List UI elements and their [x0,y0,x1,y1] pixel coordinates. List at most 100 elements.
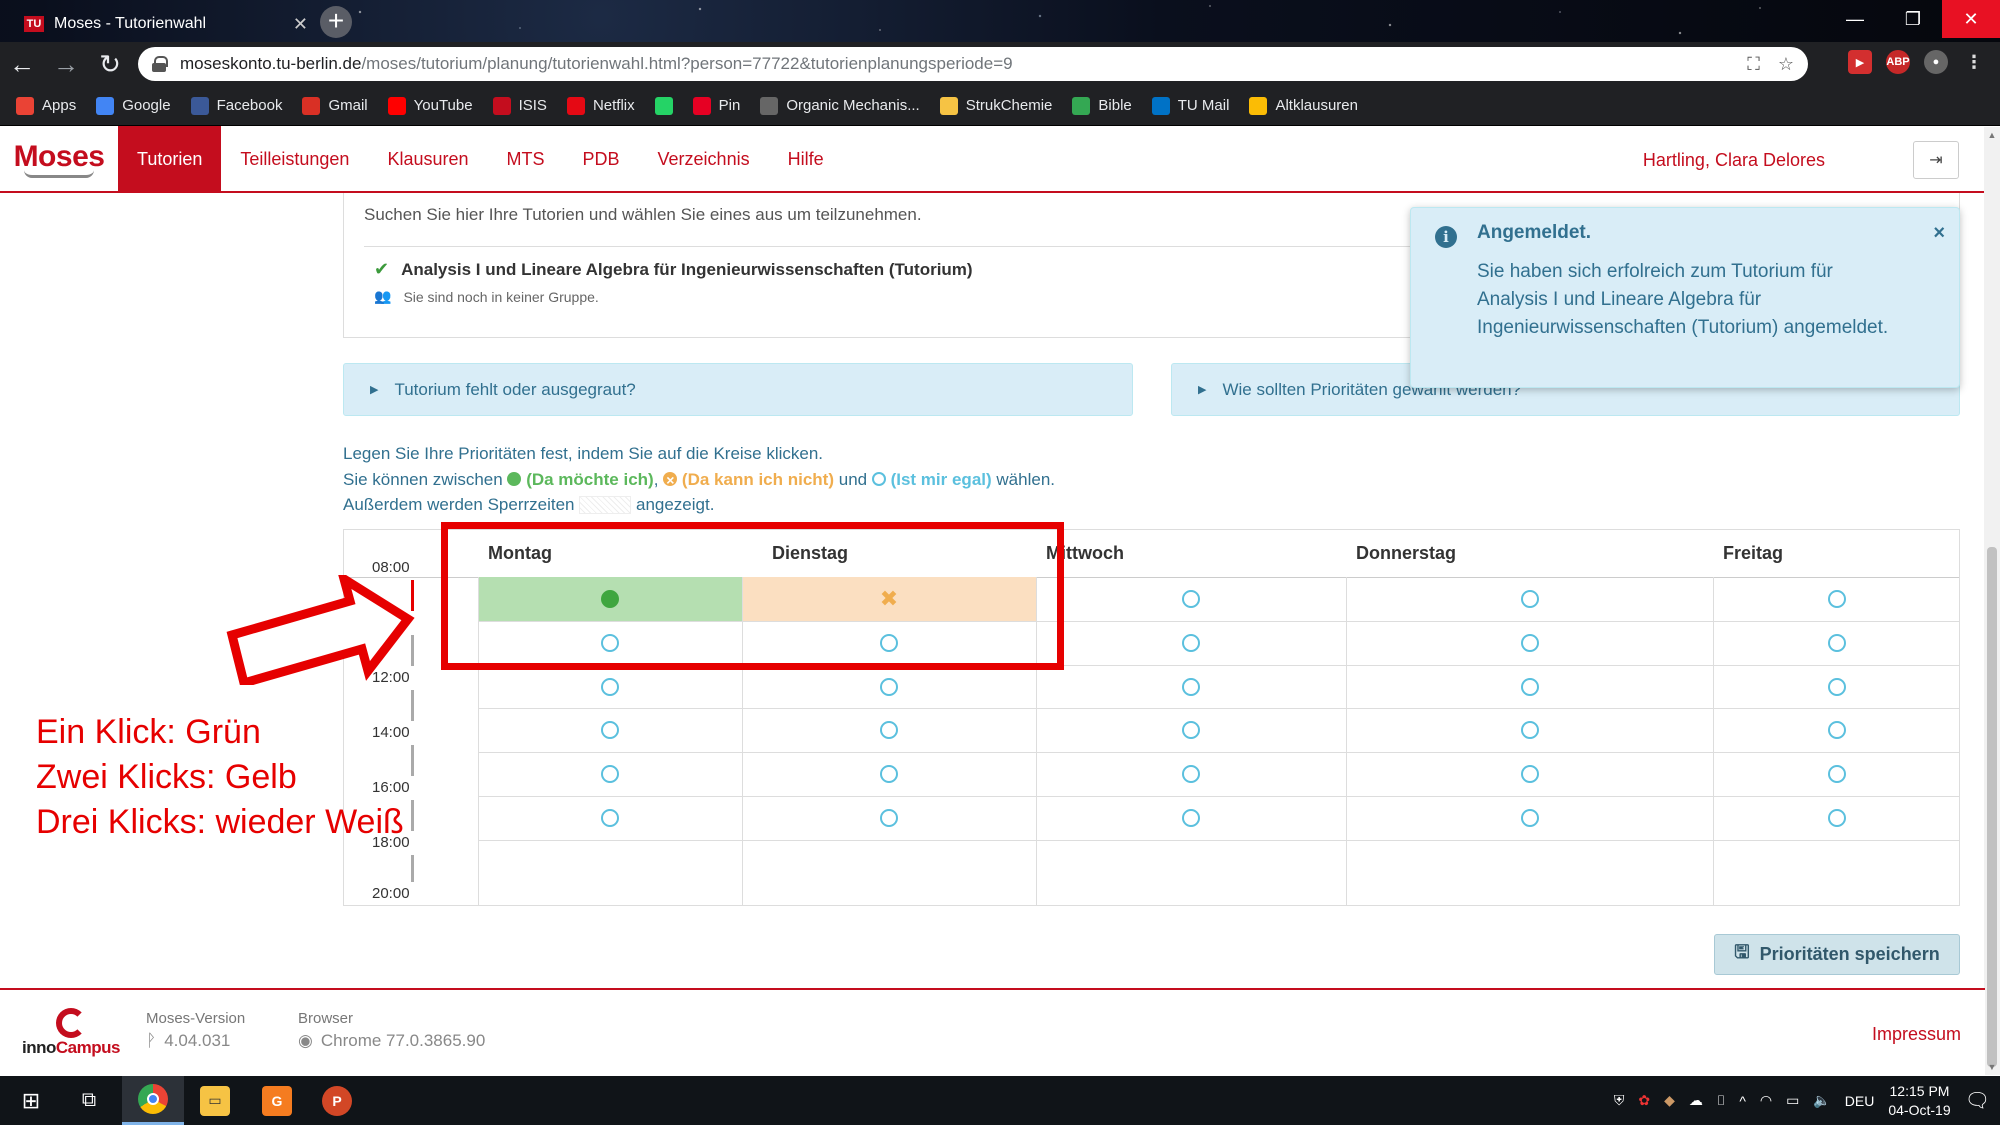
bookmark-item[interactable]: Organic Mechanis... [760,96,920,115]
forward-button[interactable]: → [44,42,88,86]
priority-empty-circle-icon[interactable] [1827,590,1846,608]
scrollbar-thumb[interactable] [1987,547,1997,1067]
page-scrollbar[interactable]: ▲ ▼ [1984,127,2000,1075]
bookmark-item[interactable]: StrukChemie [939,96,1052,115]
back-button[interactable]: ← [0,42,44,86]
priority-empty-circle-icon[interactable] [1182,809,1200,827]
extension-icon[interactable]: ▶ [1848,50,1872,74]
nav-item-teilleistungen[interactable]: Teilleistungen [221,126,368,192]
tab-close-icon[interactable]: ✕ [293,14,308,35]
toast-close-icon[interactable]: × [1933,222,1945,245]
logout-button[interactable]: ⇥ [1913,141,1959,179]
missing-tutorial-collapsible[interactable]: ▶ Tutorium fehlt oder ausgegraut? [343,363,1133,416]
bookmark-item[interactable]: Bible [1072,96,1132,115]
nav-item-hilfe[interactable]: Hilfe [769,126,843,192]
priority-empty-circle-icon[interactable] [880,765,898,783]
new-tab-button[interactable]: + [320,6,352,38]
bookmark-item[interactable] [654,96,673,115]
priority-empty-circle-icon[interactable] [601,677,619,696]
bookmark-label: YouTube [413,97,473,114]
bookmark-item[interactable]: Pin [692,96,740,115]
nav-item-mts[interactable]: MTS [488,126,564,192]
restore-button[interactable]: ❐ [1884,0,1942,38]
priority-empty-circle-icon[interactable] [880,809,898,827]
browser-tab[interactable]: TU Moses - Tutorienwahl ✕ [12,6,320,42]
scroll-down-arrow-icon[interactable]: ▼ [1984,1059,2000,1075]
wifi-icon[interactable]: ◠ [1760,1092,1772,1109]
scroll-up-arrow-icon[interactable]: ▲ [1984,127,2000,143]
taskbar-app[interactable]: G [246,1076,308,1125]
translate-icon[interactable]: ⛶ [1747,54,1760,75]
usb-icon[interactable]: ⌷ [1717,1092,1725,1109]
priority-empty-circle-icon[interactable] [1827,721,1846,739]
priority-empty-circle-icon[interactable] [1182,677,1200,696]
priority-empty-circle-icon[interactable] [1520,809,1539,827]
priority-empty-circle-icon[interactable] [601,765,619,783]
bookmark-item[interactable]: Netflix [566,96,635,115]
bookmark-item[interactable]: YouTube [387,96,473,115]
nav-item-verzeichnis[interactable]: Verzeichnis [639,126,769,192]
priority-empty-circle-icon[interactable] [1182,721,1200,739]
checkmark-icon: ✔ [374,259,390,279]
onedrive-icon[interactable]: ☁ [1689,1092,1703,1109]
language-indicator[interactable]: DEU [1845,1093,1875,1109]
priority-empty-circle-icon[interactable] [1520,721,1539,739]
menu-kebab-icon[interactable]: ⋮ [1962,50,1986,74]
bookmark-item[interactable]: Apps [16,96,76,115]
priority-empty-circle-icon[interactable] [1182,590,1200,608]
tray-app-icon[interactable]: ✿ [1638,1092,1650,1109]
battery-icon[interactable]: ▭ [1786,1092,1799,1109]
priority-empty-circle-icon[interactable] [880,677,898,696]
priority-empty-circle-icon[interactable] [1827,634,1846,652]
nav-item-klausuren[interactable]: Klausuren [368,126,487,192]
priority-empty-circle-icon[interactable] [1182,634,1200,652]
taskbar-powerpoint[interactable]: P [306,1076,368,1125]
tu-favicon-icon: TU [24,16,44,32]
priority-empty-circle-icon[interactable] [1827,809,1846,827]
task-view-button[interactable]: ⧉ [58,1076,120,1125]
user-name-link[interactable]: Hartling, Clara Delores [1643,127,1825,193]
bookmark-item[interactable]: ISIS [492,96,547,115]
whatsapp-icon [654,96,673,115]
chrome-icon: ◉ [298,1031,313,1050]
priority-empty-circle-icon[interactable] [880,721,898,739]
bookmark-star-icon[interactable]: ☆ [1778,54,1794,75]
volume-icon[interactable]: 🔈 [1813,1092,1830,1109]
tab-title: Moses - Tutorienwahl [54,15,207,32]
security-icon[interactable]: ⛨ [1614,1092,1625,1109]
window-close-button[interactable]: ✕ [1942,0,2000,38]
tray-app-icon[interactable]: ◆ [1664,1092,1675,1109]
priority-empty-circle-icon[interactable] [601,809,619,827]
innocampus-logo[interactable]: innoCampus [16,1008,126,1058]
priority-empty-circle-icon[interactable] [1520,677,1539,696]
url-input[interactable]: moseskonto.tu-berlin.de/moses/tutorium/p… [138,47,1808,81]
taskbar-chrome[interactable] [122,1076,184,1125]
bookmark-item[interactable]: TU Mail [1151,96,1229,115]
bookmark-item[interactable]: Gmail [302,96,368,115]
priority-empty-circle-icon[interactable] [1520,634,1539,652]
clock[interactable]: 12:15 PM 04-Oct-19 [1888,1082,1950,1120]
start-button[interactable]: ⊞ [0,1076,62,1125]
priority-empty-circle-icon[interactable] [1520,765,1539,783]
adblock-icon[interactable]: ABP [1886,50,1910,74]
course-entry[interactable]: ✔ Analysis I und Lineare Algebra für Ing… [374,259,973,280]
notifications-icon[interactable]: 🗨 [1965,1088,1990,1113]
chevron-up-icon[interactable]: ^ [1739,1093,1746,1109]
profile-avatar-icon[interactable]: ● [1924,50,1948,74]
taskbar-file-explorer[interactable]: ▭ [184,1076,246,1125]
nav-item-pdb[interactable]: PDB [564,126,639,192]
impressum-link[interactable]: Impressum [1872,1024,1961,1045]
save-priorities-button[interactable]: 🖫 Prioritäten speichern [1714,934,1960,975]
bookmark-item[interactable]: Google [96,96,171,115]
nav-item-tutorien[interactable]: Tutorien [118,126,222,192]
minimize-button[interactable]: — [1826,0,1884,38]
priority-empty-circle-icon[interactable] [1827,765,1846,783]
priority-empty-circle-icon[interactable] [1827,677,1846,696]
priority-empty-circle-icon[interactable] [1520,590,1539,608]
bookmark-item[interactable]: Facebook [190,96,282,115]
priority-empty-circle-icon[interactable] [1182,765,1200,783]
bookmark-item[interactable]: Altklausuren [1249,96,1358,115]
priority-empty-circle-icon[interactable] [601,721,619,739]
moses-logo[interactable]: Moses [0,126,118,192]
reload-button[interactable]: ↻ [88,42,132,86]
